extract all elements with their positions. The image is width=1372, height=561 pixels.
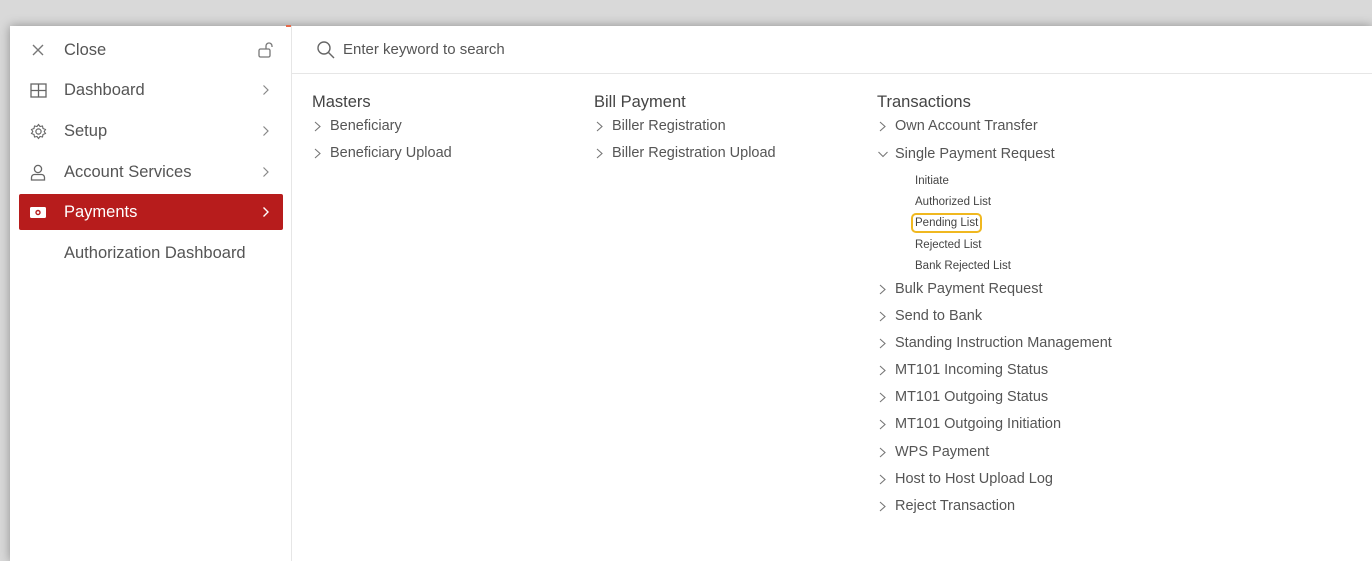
dashboard-grid-icon <box>28 80 48 100</box>
menu-item-label: MT101 Outgoing Initiation <box>895 416 1062 432</box>
submenu-bank-rejected-list[interactable]: Bank Rejected List <box>915 260 1011 272</box>
menu-item-label: MT101 Outgoing Status <box>895 389 1049 405</box>
close-icon <box>28 40 48 60</box>
sidebar-item-dashboard[interactable]: Dashboard <box>19 72 283 108</box>
chevron-right-icon <box>261 165 271 179</box>
menu-item-reject-transaction[interactable]: Reject Transaction <box>877 498 1015 514</box>
payments-icon <box>28 202 48 222</box>
submenu-initiate[interactable]: Initiate <box>915 175 949 187</box>
bill-payment-title: Bill Payment <box>594 93 686 111</box>
menu-item-beneficiary-upload[interactable]: Beneficiary Upload <box>312 145 452 161</box>
menu-item-label: Reject Transaction <box>895 498 1016 514</box>
menu-item-beneficiary[interactable]: Beneficiary <box>312 118 402 134</box>
menu-item-label: MT101 Incoming Status <box>895 362 1049 378</box>
chevron-right-icon <box>594 147 606 159</box>
chevron-right-icon <box>261 83 271 97</box>
menu-item-standing-instruction-management[interactable]: Standing Instruction Management <box>877 335 1112 351</box>
sidebar-item-label: Dashboard <box>64 80 145 99</box>
submenu-authorized-list[interactable]: Authorized List <box>915 196 991 208</box>
menu-item-label: Single Payment Request <box>895 146 1055 162</box>
sidebar-item-account-services[interactable]: Account Services <box>19 154 283 190</box>
sidebar-item-authorization-dashboard[interactable]: Authorization Dashboard <box>64 244 246 263</box>
sidebar-item-label: Close <box>64 40 107 59</box>
chevron-right-icon <box>261 124 271 138</box>
chevron-right-icon <box>594 120 606 132</box>
menu-item-mt101-outgoing-status[interactable]: MT101 Outgoing Status <box>877 389 1048 405</box>
chevron-right-icon <box>877 473 889 485</box>
chevron-right-icon <box>877 337 889 349</box>
chevron-right-icon <box>312 147 324 159</box>
app-window: Close Dashboard Setup Account Services P… <box>10 26 1372 561</box>
masters-title: Masters <box>312 93 371 111</box>
sidebar-item-setup[interactable]: Setup <box>19 113 283 149</box>
chevron-right-icon <box>877 120 889 132</box>
chevron-right-icon <box>877 391 889 403</box>
chevron-right-icon <box>877 500 889 512</box>
menu-item-biller-registration[interactable]: Biller Registration <box>594 118 726 134</box>
user-icon <box>28 162 48 182</box>
menu-item-label: Beneficiary Upload <box>330 145 452 161</box>
unlock-icon[interactable] <box>257 42 275 58</box>
menu-item-label: Bulk Payment Request <box>895 281 1043 297</box>
menu-item-label: Beneficiary <box>330 118 402 134</box>
sidebar-item-close[interactable]: Close <box>19 32 283 68</box>
search-icon <box>317 40 335 58</box>
menu-item-mt101-incoming-status[interactable]: MT101 Incoming Status <box>877 362 1048 378</box>
chevron-right-icon <box>312 120 324 132</box>
menu-item-label: Standing Instruction Management <box>895 335 1112 351</box>
menu-item-label: Own Account Transfer <box>895 118 1038 134</box>
menu-item-label: Biller Registration <box>612 118 726 134</box>
menu-item-own-account-transfer[interactable]: Own Account Transfer <box>877 118 1038 134</box>
chevron-down-icon <box>877 148 889 160</box>
menu-item-host-to-host-upload-log[interactable]: Host to Host Upload Log <box>877 471 1053 487</box>
gear-icon <box>28 121 48 141</box>
transactions-title: Transactions <box>877 93 971 111</box>
search-bar <box>292 26 1372 74</box>
chevron-right-icon <box>877 310 889 322</box>
sidebar-item-payments[interactable]: Payments <box>19 194 283 230</box>
accent-mark <box>286 25 291 27</box>
menu-item-bulk-payment-request[interactable]: Bulk Payment Request <box>877 281 1043 297</box>
submenu-rejected-list[interactable]: Rejected List <box>915 239 981 251</box>
menu-item-single-payment-request[interactable]: Single Payment Request <box>877 146 1055 162</box>
chevron-right-icon <box>877 446 889 458</box>
menu-item-label: WPS Payment <box>895 444 990 460</box>
chevron-right-icon <box>877 364 889 376</box>
menu-item-send-to-bank[interactable]: Send to Bank <box>877 308 982 324</box>
chevron-right-icon <box>261 205 271 219</box>
menu-item-mt101-outgoing-initiation[interactable]: MT101 Outgoing Initiation <box>877 416 1061 432</box>
submenu-pending-list[interactable]: Pending List <box>910 213 983 233</box>
sidebar: Close Dashboard Setup Account Services P… <box>10 26 292 561</box>
chevron-right-icon <box>877 418 889 430</box>
menu-item-label: Host to Host Upload Log <box>895 471 1053 487</box>
menu-item-label: Send to Bank <box>895 308 983 324</box>
menu-item-wps-payment[interactable]: WPS Payment <box>877 444 989 460</box>
menu-item-biller-registration-upload[interactable]: Biller Registration Upload <box>594 145 776 161</box>
main-menu-panel: Masters Beneficiary Beneficiary Upload B… <box>292 26 1372 561</box>
sidebar-item-label: Account Services <box>64 162 192 181</box>
menu-item-label: Biller Registration Upload <box>612 145 776 161</box>
chevron-right-icon <box>877 283 889 295</box>
sidebar-item-label: Setup <box>64 121 108 140</box>
sidebar-item-label: Payments <box>64 202 138 221</box>
search-input[interactable] <box>343 41 743 58</box>
